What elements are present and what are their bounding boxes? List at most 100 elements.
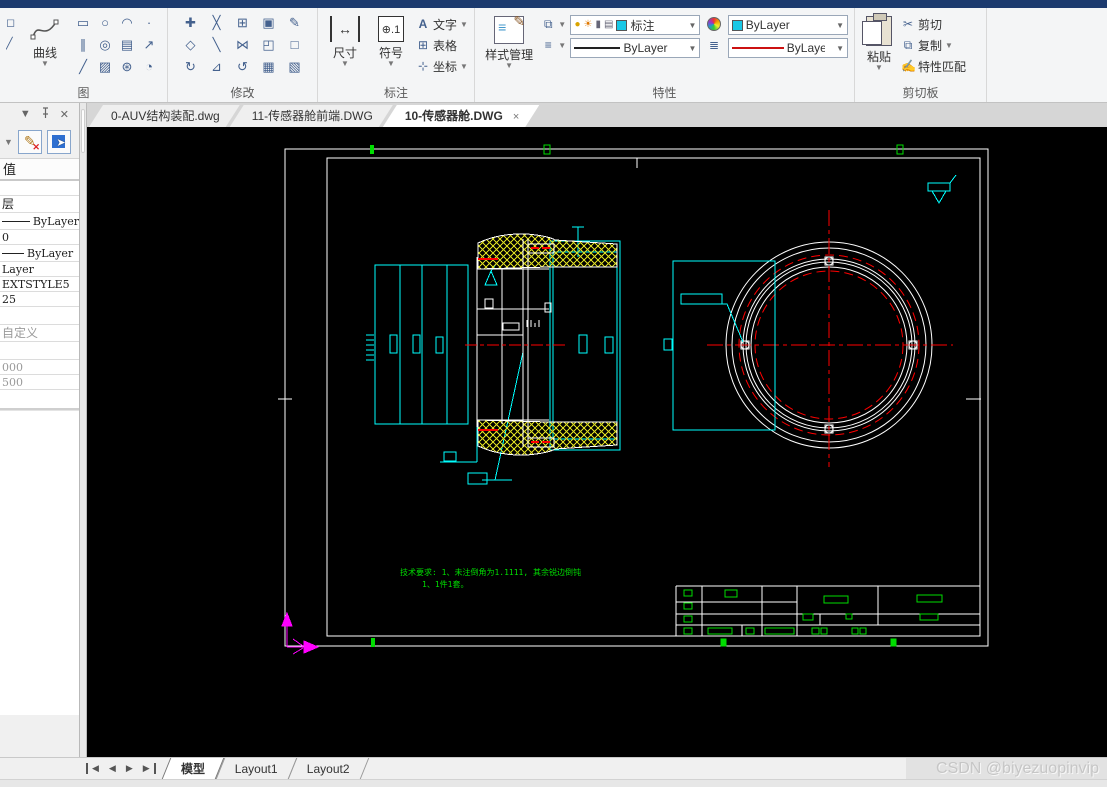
next-layout-icon[interactable]: ▶ — [122, 763, 137, 774]
property-row[interactable] — [0, 307, 79, 325]
property-row[interactable]: 0 — [0, 230, 79, 245]
mirror-tool-icon[interactable]: ⋈ — [233, 35, 253, 55]
first-layout-icon[interactable]: ◀ — [86, 763, 103, 774]
chevron-down-icon: ▼ — [836, 43, 844, 53]
chevron-down-icon: ▼ — [688, 43, 697, 53]
doc-tab-sensor-front[interactable]: 11-传感器舱前端.DWG — [230, 105, 393, 127]
erase-tool-icon[interactable]: ◇ — [181, 35, 201, 55]
rotate-tool-icon[interactable]: ↻ — [181, 57, 201, 77]
gear-tool-icon[interactable]: ⊛ — [117, 57, 137, 77]
drawing-canvas[interactable]: 技术要求: 1、未注倒角为1.1111, 其余锐边倒钝 1、1件1套。 — [87, 127, 1107, 757]
cut-item[interactable]: ✂ 剪切 — [901, 15, 966, 33]
ribbon-group-draw: ◻ ╱ 曲线 ▼ ▭ ○ ◠ · ∥ ◎ ▤ ↗ ╱ ▨ ⊛ ◔ 图 — [0, 8, 168, 102]
line-tool-icon[interactable]: ╱ — [73, 57, 93, 77]
property-row[interactable]: 自定义 — [0, 325, 79, 342]
palette-dropdown-chevron-icon[interactable]: ▼ — [4, 137, 13, 147]
previous-layout-icon[interactable]: ◀ — [105, 763, 120, 774]
quick-select-button[interactable]: ➤ — [46, 129, 71, 154]
chevron-down-icon: ▼ — [341, 59, 349, 68]
circle-tool-icon[interactable]: ◎ — [95, 35, 115, 55]
current-color-swatch — [731, 19, 743, 31]
quick-edit-button[interactable]: ✎ ✕ — [17, 129, 42, 154]
trim-tool-icon[interactable]: ╳ — [207, 13, 227, 33]
table-item[interactable]: ⊞ 表格 — [416, 36, 468, 54]
arc-tool-icon[interactable]: ◠ — [117, 13, 137, 33]
color-lineweight-icon-column: ≣ — [704, 12, 723, 54]
property-row[interactable]: Layer — [0, 262, 79, 277]
palette-close-icon[interactable]: ✕ — [60, 108, 69, 121]
sector-tool-icon[interactable]: ◔ — [139, 57, 159, 77]
doc-tab-auv-assembly[interactable]: 0-AUV结构装配.dwg — [89, 105, 240, 127]
table-item-label: 表格 — [433, 38, 458, 53]
dimension-button[interactable]: ↔ 尺寸 ▼ — [324, 12, 366, 84]
property-row[interactable]: ByLayer — [0, 245, 79, 262]
paste-icon — [862, 13, 892, 46]
ribbon-group-modify: ✚ ╳ ⊞ ▣ ✎ ◇ ╲ ⋈ ◰ □ ↻ ⊿ ↺ ▦ ▧ 修改 — [168, 8, 318, 102]
curve-button[interactable]: 曲线 ▼ — [22, 12, 68, 84]
parallel-line-tool-icon[interactable]: ∥ — [73, 35, 93, 55]
match-properties-item[interactable]: ✍ 特性匹配 — [901, 57, 966, 75]
cylinder-tool-icon[interactable]: ▤ — [117, 35, 137, 55]
doc-tab-sensor-cabin[interactable]: 10-传感器舱.DWG × — [383, 105, 539, 127]
block-tool-icon[interactable]: ▦ — [259, 57, 279, 77]
section-view-white-geometry — [476, 239, 555, 448]
lineweight-button[interactable]: ≣ — [707, 36, 721, 54]
palette-toolbar: ▼ ✎ ✕ ➤ — [0, 125, 79, 159]
symbol-button[interactable]: ⊕.1 符号 ▼ — [370, 12, 412, 84]
linestyle-icon: ≡ — [544, 38, 552, 52]
linetype-dropdown[interactable]: ByLayer ▼ — [570, 38, 701, 58]
property-row[interactable]: 25 — [0, 292, 79, 307]
property-row[interactable]: 000 — [0, 360, 79, 375]
chevron-down-icon: ▼ — [558, 19, 567, 29]
scrollbar-thumb[interactable] — [81, 109, 85, 153]
status-bar: ◀ ◀ ▶ ▶ 模型 Layout1 Layout2 CSDN @biyezuo… — [0, 757, 1107, 787]
property-row[interactable]: 层 — [0, 196, 79, 213]
break-tool-icon[interactable]: ╲ — [207, 35, 227, 55]
annotate-item-column: A 文字 ▼ ⊞ 表格 ⊹ 坐标 ▼ — [416, 12, 468, 75]
layer-dropdown[interactable]: ● ☀ ▮ ▤ 标注 ▼ — [570, 15, 701, 35]
hatch-edit-tool-icon[interactable]: ▧ — [285, 57, 305, 77]
stretch-tool-icon[interactable]: ▣ — [259, 13, 279, 33]
palette-resize-strip[interactable] — [80, 103, 87, 757]
chamfer-tool-icon[interactable]: ⊿ — [207, 57, 227, 77]
revolve-tool-icon[interactable]: ↺ — [233, 57, 253, 77]
paste-button[interactable]: 粘贴 ▼ — [861, 12, 897, 84]
layout-tab-layout1[interactable]: Layout1 — [215, 758, 297, 779]
color-wheel-button[interactable] — [707, 15, 722, 33]
rectangle-tool-icon[interactable]: ▭ — [73, 13, 93, 33]
draw-group-label: 图 — [77, 86, 90, 100]
palette-menu-chevron-icon[interactable]: ▼ — [20, 108, 31, 120]
style-manager-button[interactable]: 样式管理 ▼ — [481, 12, 537, 84]
array-tool-icon[interactable]: ⊞ — [233, 13, 253, 33]
arrow-tool-icon[interactable]: ↗ — [139, 35, 159, 55]
property-row[interactable]: ByLayer — [0, 213, 79, 230]
property-row[interactable] — [0, 342, 79, 360]
scale-tool-icon[interactable]: ◰ — [259, 35, 279, 55]
layout-tab-model[interactable]: 模型 — [161, 758, 224, 779]
property-row[interactable] — [0, 181, 79, 196]
hatch-tool-icon[interactable]: ▨ — [95, 57, 115, 77]
copy-style-button[interactable]: ⧉ ▼ — [541, 15, 566, 33]
draw-tool-grid: ▭ ○ ◠ · ∥ ◎ ▤ ↗ ╱ ▨ ⊛ ◔ — [72, 12, 160, 78]
last-layout-icon[interactable]: ▶ — [139, 763, 156, 774]
copy-item[interactable]: ⧉ 复制 ▼ — [901, 36, 966, 54]
property-row[interactable]: 500 — [0, 375, 79, 390]
property-row[interactable] — [0, 390, 79, 410]
edit-tool-icon[interactable]: ✎ — [285, 13, 305, 33]
dimension-icon: ↔ — [330, 16, 360, 42]
lineweight-dropdown[interactable]: ByLayer ▼ — [727, 38, 848, 58]
ellipse-tool-icon[interactable]: ○ — [95, 13, 115, 33]
color-value: ByLayer — [745, 18, 790, 32]
move-tool-icon[interactable]: ✚ — [181, 13, 201, 33]
offset-tool-icon[interactable]: □ — [285, 35, 305, 55]
close-tab-icon[interactable]: × — [513, 111, 519, 123]
palette-pin-icon[interactable] — [41, 107, 50, 121]
point-tool-icon[interactable]: · — [139, 13, 159, 33]
coordinate-item[interactable]: ⊹ 坐标 ▼ — [416, 57, 468, 75]
linestyle-button[interactable]: ≡ ▼ — [541, 36, 566, 54]
property-row[interactable]: EXTSTYLE5 — [0, 277, 79, 292]
layout-tab-layout2[interactable]: Layout2 — [288, 758, 370, 779]
ribbon-empty-area — [987, 8, 1107, 102]
text-item[interactable]: A 文字 ▼ — [416, 15, 468, 33]
color-dropdown[interactable]: ByLayer ▼ — [727, 15, 848, 35]
